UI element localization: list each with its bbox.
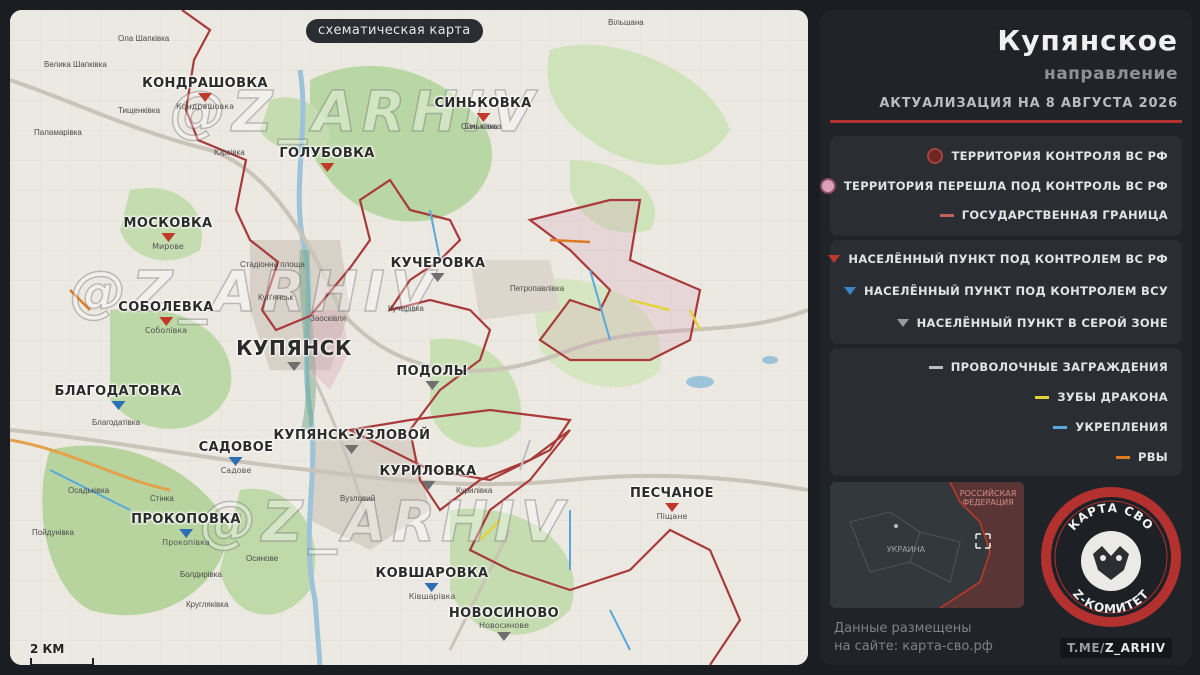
legend-settlements: НАСЕЛЁННЫЙ ПУНКТ ПОД КОНТРОЛЕМ ВС РФ НАС… [828,240,1182,344]
watermark: @Z_ARHIV [199,489,571,556]
direction-subtitle: направление [1043,64,1178,84]
legend-item: ПРОВОЛОЧНЫЕ ЗАГРАЖДЕНИЯ [928,360,1168,374]
settlement-kovsharovka[interactable]: КОВШАРОВКА Ківшарівка [376,566,489,601]
settlement-kurilovka[interactable]: КУРИЛОВКА [379,464,476,490]
ua-controlled-marker-icon [111,401,125,410]
settlement-sinkovka[interactable]: СИНЬКОВКА Сиьківка [434,96,531,131]
settlement-moskovka[interactable]: МОСКОВКА Мирове [123,216,212,251]
small-label: Пойдунівка [32,528,74,537]
gray-zone-marker-icon [431,273,445,282]
small-label: Осадьківка [68,486,110,495]
settlement-blagodatovka[interactable]: БЛАГОДАТОВКА [54,384,181,410]
legend-fortifications: ПРОВОЛОЧНЫЕ ЗАГРАЖДЕНИЯ ЗУБЫ ДРАКОНА УКР… [830,348,1182,476]
ua-controlled-marker-icon [178,529,193,538]
legend-item: НАСЕЛЁННЫЙ ПУНКТ ПОД КОНТРОЛЕМ ВСУ [843,284,1168,298]
small-label: Велика Шапківка [44,60,107,69]
settlement-novosinovo[interactable]: НОВОСИНОВО Новосинове [449,606,559,641]
settlement-kucherovka[interactable]: КУЧЕРОВКА [391,256,486,282]
small-label: Осинове [246,554,279,563]
legend-item: ГОСУДАРСТВЕННАЯ ГРАНИЦА [939,208,1168,222]
settlement-kondrashovka[interactable]: КОНДРАШОВКА Кондрашовка [142,76,268,111]
ru-controlled-marker-icon [198,93,212,102]
settlement-kupyansk[interactable]: КУПЯНСК [236,336,352,371]
settlement-sadovoe[interactable]: САДОВОЕ Садове [199,440,274,475]
settlement-prokopovka[interactable]: ПРОКОПОВКА Прокопівка [131,512,241,547]
gray-zone-marker-icon [496,632,511,641]
legend-panel: Купянское направление АКТУАЛИЗАЦИЯ НА 8 … [819,10,1192,665]
small-label: Болдирівка [180,570,222,579]
legend-item: УКРЕПЛЕНИЯ [1053,420,1168,434]
small-label: Паламарівка [34,128,82,137]
telegram-link[interactable]: T.ME/Z_ARHIV [1060,638,1173,658]
ru-controlled-marker-icon [160,233,175,242]
gray-zone-marker-icon [896,319,909,327]
map-area[interactable]: @Z_ARHIV @Z_ARHIV @Z_ARHIV схематическая… [10,10,808,665]
settlement-peschanoe[interactable]: ПЕСЧАНОЕ Піщане [630,486,714,521]
settlement-kupyansk-uzlovoy[interactable]: КУПЯНСК-УЗЛОВОЙ [274,428,431,454]
ru-controlled-marker-icon [320,163,334,172]
ua-controlled-marker-icon [843,287,856,295]
settlement-podoly[interactable]: ПОДОЛЫ [396,364,467,390]
gray-zone-marker-icon [345,445,359,454]
gray-zone-marker-icon [424,381,439,390]
ru-controlled-marker-icon [664,503,679,512]
legend-item: НАСЕЛЁННЫЙ ПУНКТ ПОД КОНТРОЛЕМ ВС РФ [828,252,1168,266]
small-label: Петропавлівка [510,284,565,293]
gray-zone-marker-icon [287,362,301,371]
small-label: Кругляківка [186,600,229,609]
legend-item: ТЕРРИТОРИЯ КОНТРОЛЯ ВС РФ [927,148,1168,164]
small-label: Благодатівка [92,418,141,427]
small-label: Заосківля [310,314,347,323]
small-label: Стадіонна площа [240,260,305,269]
legend-item: НАСЕЛЁННЫЙ ПУНКТ В СЕРОЙ ЗОНЕ [896,316,1168,330]
legend-item: ЗУБЫ ДРАКОНА [1035,390,1168,404]
legend-item: РВЫ [1115,450,1168,464]
dragon-teeth-icon [1035,395,1050,399]
map-title-badge: схематическая карта [306,19,483,43]
overview-minimap[interactable]: РОССИЙСКАЯ ФЕДЕРАЦИЯ УКРАИНА [830,482,1024,608]
ru-controlled-marker-icon [476,113,490,122]
scale-label: 2 КМ [30,642,65,656]
wire-obstacle-icon [928,365,943,369]
small-label: Стінка [150,494,174,503]
minimap-graphic: РОССИЙСКАЯ ФЕДЕРАЦИЯ УКРАИНА [830,482,1024,608]
scale-bar: 2 КМ [30,642,94,665]
small-label: Куп'янськ [258,293,293,302]
scale-bar-graphic [30,658,94,665]
z-committee-logo: КАРТА СВО Z-КОМИТЕТ [1041,487,1181,627]
ru-controlled-marker-icon [159,317,173,326]
divider [830,120,1182,123]
ru-controlled-marker-icon [828,255,841,263]
small-label: Вільшана [608,18,644,27]
small-label: Вузловий [340,494,376,503]
ru-territory-icon [927,148,944,164]
ditch-icon [1115,455,1130,459]
ua-controlled-marker-icon [424,583,439,592]
state-border-icon [939,213,954,217]
fortification-icon [1053,425,1068,429]
small-label: Юрсівка [214,148,245,157]
ua-controlled-marker-icon [229,457,243,466]
svg-text:РОССИЙСКАЯ: РОССИЙСКАЯ [960,487,1017,498]
direction-title: Купянское [997,24,1178,57]
svg-text:ФЕДЕРАЦИЯ: ФЕДЕРАЦИЯ [962,498,1013,507]
legend-item: ТЕРРИТОРИЯ ПЕРЕШЛА ПОД КОНТРОЛЬ ВС РФ [819,178,1168,194]
legend-territory: ТЕРРИТОРИЯ КОНТРОЛЯ ВС РФ ТЕРРИТОРИЯ ПЕР… [819,136,1182,236]
small-label: Кучерівка [388,304,424,313]
settlement-sobolevka[interactable]: СОБОЛЕВКА Соболівка [118,300,213,335]
update-date: АКТУАЛИЗАЦИЯ НА 8 АВГУСТА 2026 [879,96,1178,111]
small-label: Ола Шапківка [118,34,170,43]
site-note: Данные размещены на сайте: карта-сво.рф [834,621,993,654]
svg-text:УКРАИНА: УКРАИНА [887,545,926,554]
settlement-golubovka[interactable]: ГОЛУБОВКА [279,146,374,172]
gray-zone-marker-icon [420,481,435,490]
transferred-territory-icon [819,178,836,194]
